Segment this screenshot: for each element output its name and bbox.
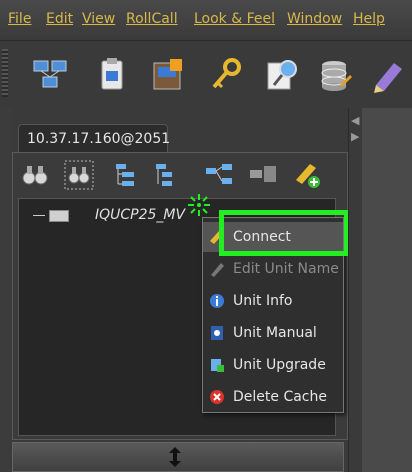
database-icon[interactable] bbox=[314, 55, 354, 95]
right-panel bbox=[362, 108, 412, 472]
upgrade-icon bbox=[211, 359, 224, 372]
main-toolbar bbox=[0, 41, 412, 107]
resize-vertical-icon[interactable] bbox=[167, 447, 183, 467]
menu-item-label: Delete Cache bbox=[233, 389, 327, 405]
highlight-box bbox=[219, 210, 349, 256]
tree-collapse-icon[interactable] bbox=[150, 160, 180, 190]
menu-item-label: Unit Upgrade bbox=[233, 357, 326, 373]
menu-view[interactable]: View bbox=[82, 11, 115, 27]
menu-look-and-feel[interactable]: Look & Feel bbox=[194, 11, 275, 27]
menu-item-unit-upgrade[interactable]: Unit Upgrade bbox=[203, 350, 343, 380]
chevron-right-icon[interactable]: ▶ bbox=[351, 130, 359, 143]
splitter-bar[interactable]: ◀ ▶ bbox=[348, 108, 363, 472]
manual-icon bbox=[211, 326, 223, 340]
edit-icon[interactable] bbox=[368, 55, 408, 95]
tree-expand-icon[interactable] bbox=[110, 160, 140, 190]
binoculars-icon[interactable] bbox=[20, 160, 50, 190]
tree-connector bbox=[33, 215, 45, 216]
network-icon[interactable] bbox=[30, 55, 70, 95]
menu-file[interactable]: File bbox=[8, 11, 31, 27]
menu-rollcall[interactable]: RollCall bbox=[126, 11, 178, 27]
menu-item-label: Unit Info bbox=[233, 293, 293, 309]
pencil-icon bbox=[211, 263, 224, 277]
toolbar-grip[interactable] bbox=[2, 49, 8, 97]
menu-item-unit-info[interactable]: Unit Info bbox=[203, 286, 343, 316]
menu-help[interactable]: Help bbox=[353, 11, 385, 27]
menu-item-label: Unit Manual bbox=[233, 325, 317, 341]
menu-item-delete-cache[interactable]: Delete Cache bbox=[203, 382, 343, 412]
network-disconnect-icon[interactable] bbox=[248, 160, 278, 190]
tree-node-label[interactable]: IQUCP25_MV bbox=[95, 207, 185, 223]
menu-bar: File Edit View RollCall Look & Feel Wind… bbox=[0, 0, 412, 41]
binoculars-select-icon[interactable] bbox=[64, 160, 94, 190]
delete-icon bbox=[210, 390, 224, 404]
key-icon[interactable] bbox=[206, 55, 246, 95]
unit-icon bbox=[49, 210, 69, 222]
cursor-sparkle-icon bbox=[188, 194, 210, 216]
add-unit-icon[interactable] bbox=[292, 160, 322, 190]
menu-item-unit-manual[interactable]: Unit Manual bbox=[203, 318, 343, 348]
tab-connection[interactable]: 10.37.17.160@2051 bbox=[18, 124, 170, 152]
menu-window[interactable]: Window bbox=[287, 11, 342, 27]
package-icon[interactable] bbox=[148, 55, 188, 95]
network-link-icon[interactable] bbox=[204, 160, 234, 190]
chevron-left-icon[interactable]: ◀ bbox=[351, 114, 359, 127]
menu-edit[interactable]: Edit bbox=[46, 11, 73, 27]
menu-item-label: Edit Unit Name bbox=[233, 261, 339, 277]
panel-toolbar bbox=[20, 160, 340, 194]
menu-item-edit-unit-name[interactable]: Edit Unit Name bbox=[203, 254, 343, 284]
search-doc-icon[interactable] bbox=[262, 55, 302, 95]
info-icon bbox=[210, 294, 224, 308]
clipboard-icon[interactable] bbox=[92, 55, 132, 95]
